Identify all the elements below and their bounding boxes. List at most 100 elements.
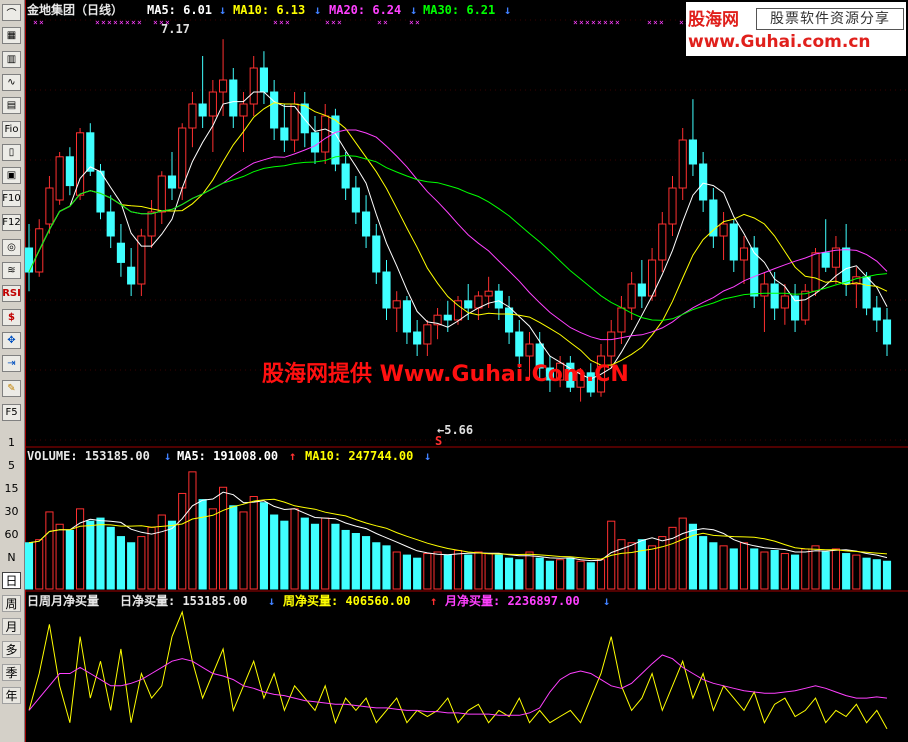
- volume-bar: [617, 539, 626, 590]
- toolbar-table-icon[interactable]: ▤: [2, 97, 21, 115]
- period-tab-多[interactable]: 多: [2, 641, 21, 658]
- volume-bar: [290, 508, 299, 590]
- volume-bar: [760, 551, 769, 590]
- toolbar-fin-icon[interactable]: Fio: [2, 120, 21, 138]
- toolbar-move-icon[interactable]: ✥: [2, 331, 21, 349]
- ma5-arrow: ↓: [219, 3, 226, 17]
- period-tab-季[interactable]: 季: [2, 664, 21, 681]
- candle-body: [607, 331, 616, 357]
- period-30-button[interactable]: 30: [2, 503, 21, 520]
- candle-body: [402, 300, 412, 333]
- day-net-label: 日净买量: 153185.00: [120, 593, 247, 608]
- high-price-label: 7.17: [161, 22, 190, 36]
- period-N-button[interactable]: N: [2, 549, 21, 566]
- volume-panel: [25, 471, 892, 590]
- toolbar-export-icon[interactable]: ⇥: [2, 355, 21, 373]
- candle-body: [780, 295, 789, 309]
- volume-bar: [494, 554, 503, 590]
- signal-x-marker: ×: [137, 18, 142, 27]
- toolbar-book-icon[interactable]: ▯: [2, 143, 21, 161]
- toolbar-find-icon[interactable]: ◎: [2, 238, 21, 256]
- signal-x-marker: ×: [125, 18, 130, 27]
- signal-x-marker: ×: [337, 18, 342, 27]
- volume-bar: [259, 502, 269, 590]
- period-tab-周[interactable]: 周: [2, 595, 21, 612]
- ma5-label: MA5: 6.01: [147, 3, 212, 17]
- volume-bar: [198, 499, 207, 590]
- toolbar-f10-icon[interactable]: F10: [2, 190, 21, 208]
- volume-bar: [321, 517, 330, 590]
- signal-x-marker: ×: [279, 18, 284, 27]
- signal-x-marker: ×: [39, 18, 44, 27]
- candle-body: [392, 300, 401, 309]
- toolbar-rsi-icon[interactable]: RSI: [2, 285, 21, 303]
- volume-bar: [453, 549, 463, 590]
- signal-x-marker: ×: [95, 18, 100, 27]
- toolbar-bar-icon[interactable]: ▥: [2, 50, 21, 68]
- volume-bar: [402, 554, 412, 590]
- candle-body: [658, 223, 667, 261]
- volume-bar: [147, 526, 156, 590]
- candle-body: [106, 211, 115, 237]
- period-tab-日[interactable]: 日: [2, 572, 21, 589]
- candle-body: [443, 314, 452, 321]
- signal-x-marker: ×: [273, 18, 278, 27]
- period-tab-月[interactable]: 月: [2, 618, 21, 635]
- toolbar-line-icon[interactable]: ⌒: [2, 4, 21, 21]
- volume-bar: [86, 520, 95, 590]
- volume-bar: [862, 557, 871, 590]
- month-net-label: 月净买量: 2236897.00: [444, 593, 580, 608]
- volume-bar: [780, 553, 789, 590]
- toolbar-val-icon[interactable]: ▣: [2, 167, 21, 185]
- candle-body: [719, 223, 728, 237]
- volume-bar: [55, 523, 64, 590]
- candle-body: [484, 290, 493, 297]
- period-60-button[interactable]: 60: [2, 526, 21, 543]
- volume-bar: [566, 557, 575, 590]
- volume-bar: [668, 526, 677, 590]
- candle-body: [45, 187, 54, 225]
- candle-body: [65, 156, 74, 187]
- volume-bar: [464, 554, 473, 590]
- day-net-arrow: ↓: [268, 594, 275, 608]
- volume-bar: [811, 545, 820, 590]
- toolbar-grid-icon[interactable]: ▦: [2, 27, 21, 45]
- toolbar-money-icon[interactable]: $: [2, 308, 21, 326]
- candle-body: [617, 307, 626, 333]
- logo-url: www.Guhai.com.cn: [688, 32, 871, 52]
- toolbar-pen-icon[interactable]: ✎: [2, 380, 21, 398]
- signal-x-marker: ×: [131, 18, 136, 27]
- signal-x-marker: ×: [383, 18, 388, 27]
- toolbar-f12-icon[interactable]: F12: [2, 213, 21, 231]
- candle-body: [413, 331, 422, 345]
- candle-body: [86, 132, 95, 172]
- toolbar-chart-icon[interactable]: ∿: [2, 73, 21, 91]
- candle-body: [208, 91, 217, 117]
- signal-x-marker: ×: [591, 18, 596, 27]
- vol-ma10-arrow: ↓: [424, 449, 431, 463]
- candle-body: [280, 127, 289, 141]
- volume-bar: [842, 553, 851, 590]
- candle-body: [147, 211, 156, 237]
- toolbar-mkt-icon[interactable]: ≋: [2, 262, 21, 279]
- period-15-button[interactable]: 15: [2, 480, 21, 497]
- volume-bar: [218, 486, 228, 590]
- volume-bar: [433, 551, 442, 590]
- net-buy-panel: [28, 610, 888, 730]
- signal-x-marker: ×: [679, 18, 684, 27]
- signal-x-marker: ×: [603, 18, 608, 27]
- period-5-button[interactable]: 5: [2, 457, 21, 474]
- toolbar-f5-icon[interactable]: F5: [2, 403, 21, 421]
- volume-bar: [382, 545, 391, 590]
- volume-bar: [96, 517, 105, 590]
- volume-bar: [106, 526, 115, 590]
- candle-body: [801, 290, 810, 321]
- candle-body: [55, 156, 64, 201]
- volume-bar: [719, 545, 728, 590]
- candle-body: [178, 127, 187, 189]
- volume-bar: [208, 508, 217, 590]
- period-1-button[interactable]: 1: [2, 434, 21, 451]
- volume-bar: [658, 536, 667, 590]
- period-tab-年[interactable]: 年: [2, 687, 21, 704]
- candle-body: [790, 295, 800, 321]
